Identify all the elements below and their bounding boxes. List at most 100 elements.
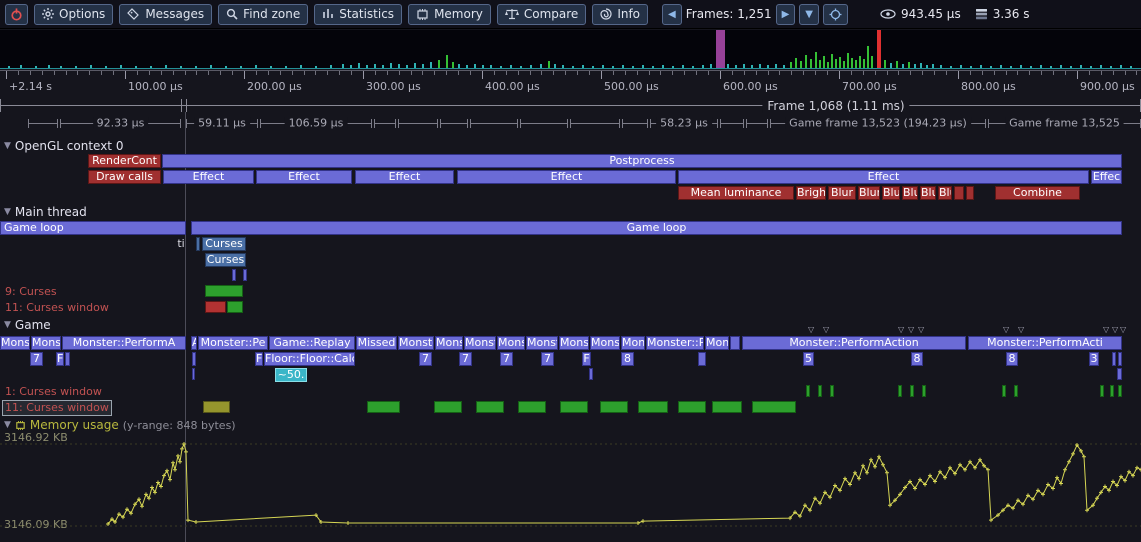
zone[interactable]: [1118, 385, 1122, 397]
zone[interactable]: Monste: [526, 336, 558, 350]
zone[interactable]: Monster::Pe: [198, 336, 268, 350]
zone[interactable]: Blur: [882, 186, 900, 200]
zone[interactable]: F: [582, 352, 591, 366]
collapsed-zones-icon[interactable]: ▽: [1120, 326, 1126, 334]
zone[interactable]: [192, 368, 195, 380]
zone[interactable]: [1002, 385, 1006, 397]
zone[interactable]: Floor::Floor::Calc: [264, 352, 355, 366]
zone[interactable]: [227, 301, 243, 313]
zone[interactable]: ~50.: [275, 368, 307, 382]
row-label[interactable]: 11: Curses window: [3, 401, 111, 415]
zone[interactable]: Effect: [256, 170, 352, 184]
zone[interactable]: [730, 336, 740, 350]
zone[interactable]: [560, 401, 588, 413]
collapse-triangle-icon[interactable]: ▼: [4, 207, 11, 217]
zone[interactable]: Monste: [464, 336, 496, 350]
zone[interactable]: [638, 401, 668, 413]
zone[interactable]: Blur: [938, 186, 952, 200]
zone[interactable]: [203, 401, 230, 413]
zone[interactable]: Monst: [497, 336, 525, 350]
zone[interactable]: Blur: [828, 186, 856, 200]
collapsed-zones-icon[interactable]: ▽: [1112, 326, 1118, 334]
zone[interactable]: ti: [176, 237, 186, 251]
zone[interactable]: [1110, 385, 1114, 397]
zone[interactable]: Mons: [621, 336, 645, 350]
zone[interactable]: Monste: [559, 336, 589, 350]
zone[interactable]: Blur: [920, 186, 936, 200]
section-header-main-thread[interactable]: ▼Main thread: [4, 205, 87, 219]
zone[interactable]: [818, 385, 822, 397]
zone[interactable]: Combine: [995, 186, 1080, 200]
zone[interactable]: [589, 368, 593, 380]
zone[interactable]: F: [56, 352, 64, 366]
zone[interactable]: [922, 385, 926, 397]
zone[interactable]: Effect: [355, 170, 454, 184]
zone[interactable]: [752, 401, 796, 413]
zone[interactable]: [1117, 368, 1122, 380]
section-header-memory[interactable]: ▼Memory usage(y-range: 848 bytes): [4, 418, 236, 432]
zone[interactable]: [966, 186, 974, 200]
zone[interactable]: [898, 385, 902, 397]
zone[interactable]: [243, 269, 247, 281]
zone[interactable]: Monste: [31, 336, 61, 350]
zone[interactable]: [698, 352, 706, 366]
row-label[interactable]: 9: Curses: [5, 285, 57, 299]
zone[interactable]: Game loop: [191, 221, 1122, 235]
zone[interactable]: Monster::PerformA: [62, 336, 186, 350]
zone[interactable]: Draw calls: [88, 170, 161, 184]
zone[interactable]: Monste: [398, 336, 434, 350]
zone[interactable]: Monst: [435, 336, 463, 350]
collapsed-zones-icon[interactable]: ▽: [823, 326, 829, 334]
zone[interactable]: [830, 385, 834, 397]
zone[interactable]: [954, 186, 964, 200]
zone[interactable]: Mean luminance: [678, 186, 794, 200]
zone[interactable]: [205, 285, 243, 297]
zone[interactable]: [196, 237, 200, 251]
zone[interactable]: [678, 401, 706, 413]
zone[interactable]: Monste: [590, 336, 620, 350]
collapsed-zones-icon[interactable]: ▽: [1003, 326, 1009, 334]
zone[interactable]: Curses: [205, 253, 246, 267]
row-label[interactable]: 11: Curses window: [5, 301, 109, 315]
zone[interactable]: Mons: [705, 336, 729, 350]
zone[interactable]: Monste: [0, 336, 30, 350]
zone[interactable]: Monster::Pe: [646, 336, 704, 350]
zone[interactable]: A: [191, 336, 197, 350]
collapse-triangle-icon[interactable]: ▼: [4, 420, 11, 430]
zone[interactable]: [518, 401, 546, 413]
zone[interactable]: 8: [1006, 352, 1018, 366]
zone[interactable]: [600, 401, 628, 413]
zone[interactable]: RenderCont: [88, 154, 161, 168]
collapsed-zones-icon[interactable]: ▽: [808, 326, 814, 334]
zone[interactable]: 8: [621, 352, 634, 366]
zone[interactable]: Curses: [202, 237, 246, 251]
zone[interactable]: Monster::PerformActi: [968, 336, 1122, 350]
zone[interactable]: Effect: [678, 170, 1089, 184]
zone[interactable]: 7: [500, 352, 513, 366]
zone[interactable]: 5: [803, 352, 814, 366]
zone[interactable]: Effect: [457, 170, 676, 184]
zone[interactable]: Game::Replay: [269, 336, 355, 350]
zone[interactable]: 3: [1089, 352, 1099, 366]
zone[interactable]: [232, 269, 236, 281]
zone[interactable]: [1014, 385, 1018, 397]
collapse-triangle-icon[interactable]: ▼: [4, 320, 11, 330]
zone[interactable]: [910, 385, 914, 397]
zone[interactable]: [434, 401, 462, 413]
zone[interactable]: Monster::PerformAction: [742, 336, 966, 350]
collapsed-zones-icon[interactable]: ▽: [908, 326, 914, 334]
zone[interactable]: F: [255, 352, 263, 366]
zone[interactable]: Effec: [1091, 170, 1122, 184]
zone[interactable]: Blur: [902, 186, 918, 200]
zone[interactable]: [65, 352, 70, 366]
section-header-opengl-context-0[interactable]: ▼OpenGL context 0: [4, 139, 123, 153]
zone[interactable]: [367, 401, 400, 413]
collapsed-zones-icon[interactable]: ▽: [1018, 326, 1024, 334]
zone[interactable]: Brigh: [796, 186, 826, 200]
zone[interactable]: [476, 401, 504, 413]
zone[interactable]: Postprocess: [162, 154, 1122, 168]
collapsed-zones-icon[interactable]: ▽: [1103, 326, 1109, 334]
zone[interactable]: 8: [911, 352, 923, 366]
collapsed-zones-icon[interactable]: ▽: [898, 326, 904, 334]
zone[interactable]: [1118, 352, 1122, 366]
